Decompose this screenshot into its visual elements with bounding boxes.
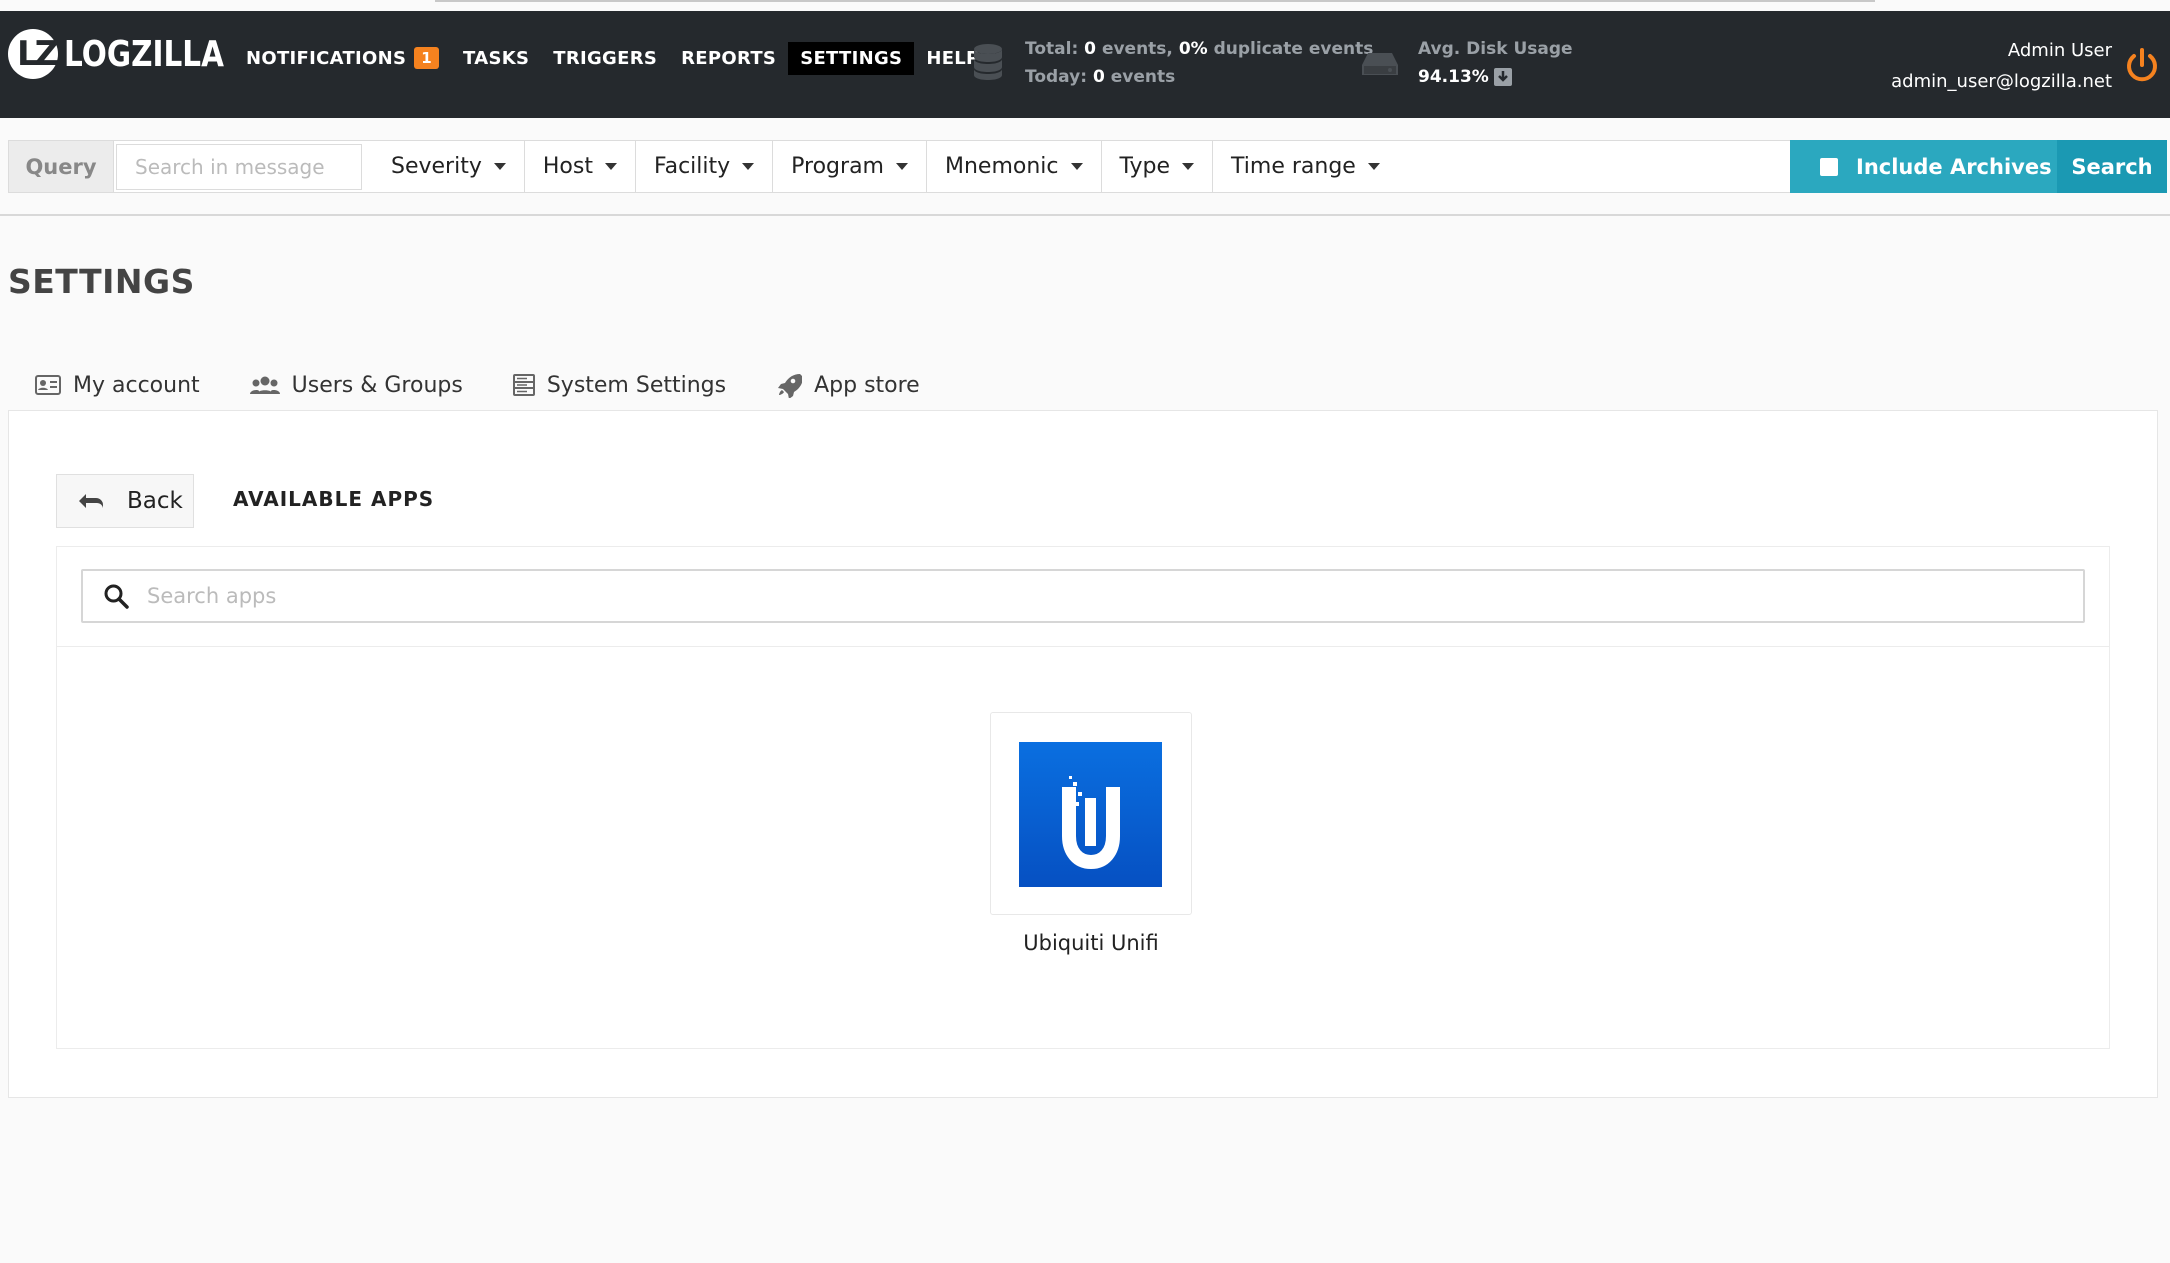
caret-down-icon bbox=[742, 163, 755, 170]
rocket-icon bbox=[778, 374, 803, 398]
page-title: SETTINGS bbox=[8, 262, 195, 301]
navbar: LZ LOGZILLA NOTIFICATIONS 1 TASKS TRIGGER… bbox=[0, 11, 2170, 118]
query-label: Query bbox=[9, 141, 114, 192]
app-name-ubiquiti: Ubiquiti Unifi bbox=[1023, 931, 1159, 955]
nav-tasks[interactable]: TASKS bbox=[451, 42, 541, 75]
caret-down-icon bbox=[493, 163, 506, 170]
tab-users-groups[interactable]: Users & Groups bbox=[249, 373, 463, 398]
search-button[interactable]: Search bbox=[2057, 140, 2167, 193]
tab-my-account[interactable]: My account bbox=[35, 373, 200, 398]
id-card-icon bbox=[35, 375, 61, 395]
top-strip bbox=[0, 0, 2170, 11]
available-apps-title: AVAILABLE APPS bbox=[233, 487, 435, 511]
settings-tabs: My account Users & Groups System Setting… bbox=[8, 360, 943, 410]
nav-triggers[interactable]: TRIGGERS bbox=[541, 42, 669, 75]
caret-down-icon bbox=[604, 163, 617, 170]
filter-host[interactable]: Host bbox=[525, 141, 636, 192]
server-icon bbox=[512, 374, 535, 396]
top-divider bbox=[435, 0, 1875, 2]
filter-time-range[interactable]: Time range bbox=[1213, 141, 1398, 192]
caret-down-icon bbox=[1070, 163, 1083, 170]
query-bar: Query Search in message Severity Host Fa… bbox=[8, 140, 2167, 193]
search-icon bbox=[104, 584, 129, 609]
user-email: admin_user@logzilla.net bbox=[1891, 71, 2112, 92]
filter-program[interactable]: Program bbox=[773, 141, 927, 192]
filter-severity[interactable]: Severity bbox=[373, 141, 525, 192]
database-icon bbox=[974, 44, 1002, 80]
caret-down-icon bbox=[895, 163, 908, 170]
user-name: Admin User bbox=[2007, 40, 2112, 61]
main-nav: NOTIFICATIONS 1 TASKS TRIGGERS REPORTS SE… bbox=[234, 41, 992, 75]
header-divider bbox=[0, 214, 2170, 216]
include-archives-toggle[interactable]: Include Archives bbox=[1790, 140, 2057, 193]
tab-app-store[interactable]: App store bbox=[776, 372, 920, 398]
logo-text: LOGZILLA bbox=[64, 33, 224, 75]
logo-mark: LZ bbox=[8, 29, 59, 79]
user-info[interactable]: Admin User admin_user@logzilla.net bbox=[1891, 35, 2112, 97]
apps-search-input[interactable]: Search apps bbox=[81, 569, 2085, 623]
nav-reports[interactable]: REPORTS bbox=[669, 42, 788, 75]
filter-mnemonic[interactable]: Mnemonic bbox=[927, 141, 1102, 192]
power-icon[interactable] bbox=[2124, 47, 2160, 85]
caret-down-icon bbox=[1367, 163, 1380, 170]
filter-facility[interactable]: Facility bbox=[636, 141, 774, 192]
app-card-ubiquiti[interactable] bbox=[990, 712, 1192, 915]
logo[interactable]: LZ LOGZILLA bbox=[8, 29, 259, 79]
include-archives-checkbox[interactable] bbox=[1820, 157, 1838, 176]
back-arrow-icon bbox=[79, 494, 103, 508]
caret-down-icon bbox=[1182, 163, 1195, 170]
message-search-input[interactable]: Search in message bbox=[116, 144, 362, 190]
download-icon[interactable] bbox=[1493, 67, 1513, 87]
notifications-badge: 1 bbox=[414, 47, 440, 69]
hard-drive-icon bbox=[1362, 53, 1398, 75]
tab-system-settings[interactable]: System Settings bbox=[512, 373, 726, 398]
apps-search-row: Search apps bbox=[57, 547, 2109, 647]
disk-usage: Avg. Disk Usage 94.13% bbox=[1418, 39, 1573, 87]
back-button[interactable]: Back bbox=[56, 474, 194, 528]
filter-type[interactable]: Type bbox=[1102, 141, 1214, 192]
users-icon bbox=[249, 376, 280, 394]
ubiquiti-logo bbox=[1019, 742, 1162, 887]
event-stats: Total: 0 events, 0% duplicate events Tod… bbox=[1025, 39, 1374, 87]
nav-settings[interactable]: SETTINGS bbox=[788, 41, 915, 75]
nav-notifications[interactable]: NOTIFICATIONS 1 bbox=[234, 41, 451, 75]
filter-group: Severity Host Facility Program Mnemonic … bbox=[373, 141, 1398, 192]
